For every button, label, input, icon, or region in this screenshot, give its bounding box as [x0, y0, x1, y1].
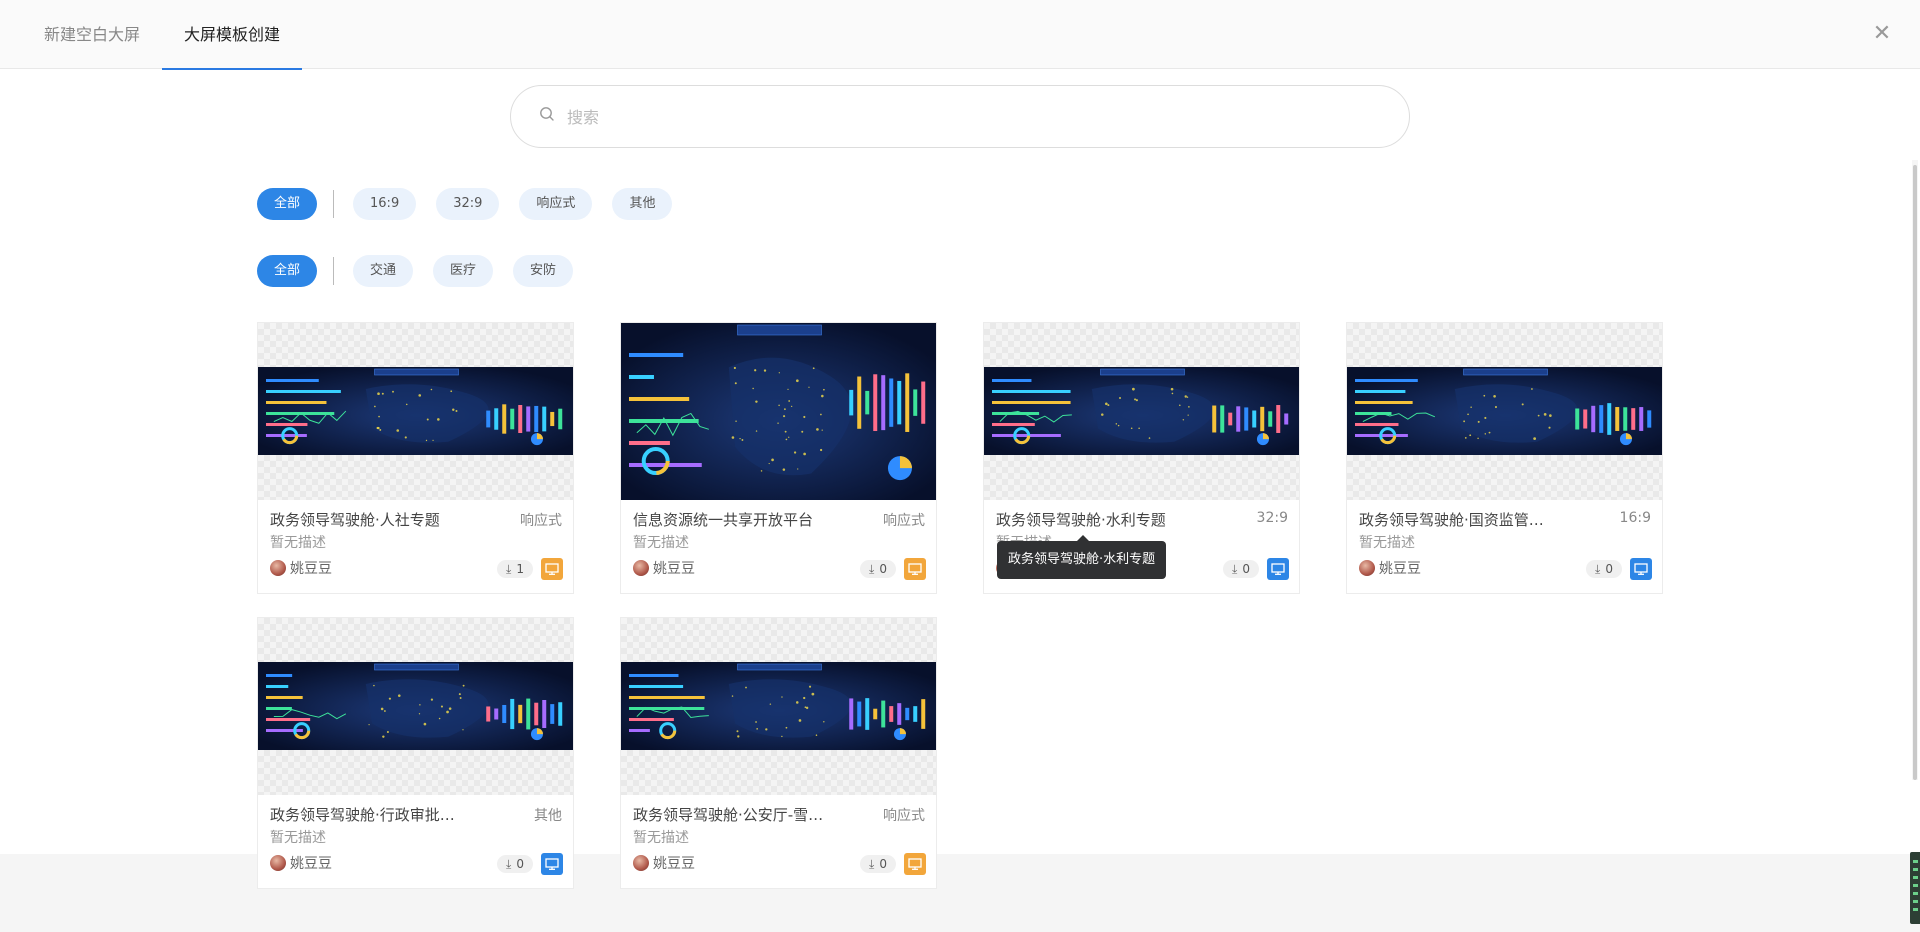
close-icon[interactable]: ✕ — [1866, 18, 1898, 50]
card-ratio-tag: 响应式 — [883, 808, 925, 824]
dashboard-preview-image — [258, 367, 573, 455]
author-name: 姚豆豆 — [653, 561, 695, 577]
download-count-badge[interactable]: ⤓ 0 — [860, 560, 896, 578]
card-ratio-tag: 响应式 — [883, 513, 925, 529]
download-count-badge[interactable]: ⤓ 0 — [860, 855, 896, 873]
card-title-tooltip: 政务领导驾驶舱·水利专题 — [997, 535, 1167, 579]
monitor-icon[interactable] — [1630, 558, 1652, 580]
card-author: 姚豆豆 — [633, 558, 695, 578]
template-thumbnail[interactable] — [258, 618, 573, 795]
card-ratio-tag: 响应式 — [520, 513, 562, 529]
category-filter-group: 全部 交通 医疗 安防 — [257, 254, 593, 288]
search-box — [510, 85, 1410, 148]
card-description: 暂无描述 — [270, 830, 326, 846]
download-icon: ⤓ — [869, 561, 875, 576]
template-thumbnail[interactable] — [984, 323, 1299, 500]
download-icon: ⤓ — [506, 561, 512, 576]
card-title[interactable]: 政务领导驾驶舱·水利专题 — [996, 509, 1226, 530]
monitor-icon[interactable] — [1267, 558, 1289, 580]
filter-category-medical[interactable]: 医疗 — [433, 255, 494, 287]
avatar — [633, 855, 649, 871]
card-description: 暂无描述 — [1359, 535, 1415, 551]
corner-widget[interactable] — [1910, 852, 1920, 924]
card-description: 暂无描述 — [270, 535, 326, 551]
screen-icon[interactable] — [904, 558, 926, 580]
avatar — [270, 855, 286, 871]
card-title[interactable]: 政务领导驾驶舱·人社专题 — [270, 509, 500, 530]
download-count-badge[interactable]: ⤓ 0 — [1223, 560, 1259, 578]
card-ratio-tag: 16:9 — [1619, 510, 1651, 526]
scrollbar-thumb[interactable] — [1913, 165, 1917, 780]
card-title[interactable]: 政务领导驾驶舱·国资监管… — [1359, 509, 1589, 530]
search-icon — [540, 107, 554, 121]
card-ratio-tag: 32:9 — [1256, 510, 1288, 526]
template-thumbnail[interactable] — [258, 323, 573, 500]
card-author: 姚豆豆 — [270, 853, 332, 873]
author-name: 姚豆豆 — [290, 561, 332, 577]
template-thumbnail[interactable] — [621, 323, 936, 500]
template-thumbnail[interactable] — [621, 618, 936, 795]
dashboard-preview-image — [258, 662, 573, 750]
filter-category-security[interactable]: 安防 — [513, 255, 574, 287]
card-description: 暂无描述 — [633, 535, 689, 551]
download-count-badge[interactable]: ⤓ 0 — [1586, 560, 1622, 578]
card-ratio-tag: 其他 — [534, 808, 562, 824]
download-count: 0 — [1242, 562, 1250, 576]
template-card[interactable]: 政务领导驾驶舱·国资监管… 16:9 暂无描述 姚豆豆 ⤓ 0 — [1346, 322, 1663, 594]
avatar — [270, 560, 286, 576]
download-count: 1 — [516, 562, 524, 576]
author-name: 姚豆豆 — [1379, 561, 1421, 577]
card-author: 姚豆豆 — [633, 853, 695, 873]
tab-bar: 新建空白大屏 大屏模板创建 ✕ — [0, 0, 1920, 70]
filter-ratio-responsive[interactable]: 响应式 — [519, 188, 593, 220]
card-title[interactable]: 政务领导驾驶舱·公安厅-雪… — [633, 804, 863, 825]
card-description: 暂无描述 — [633, 830, 689, 846]
download-count: 0 — [879, 857, 887, 871]
screen-icon[interactable] — [904, 853, 926, 875]
template-card[interactable]: 政务领导驾驶舱·人社专题 响应式 暂无描述 姚豆豆 ⤓ 1 — [257, 322, 574, 594]
avatar — [1359, 560, 1375, 576]
card-title[interactable]: 信息资源统一共享开放平台 — [633, 509, 863, 530]
download-count: 0 — [516, 857, 524, 871]
tab-template-create[interactable]: 大屏模板创建 — [162, 0, 302, 70]
download-count: 0 — [1605, 562, 1613, 576]
template-card[interactable]: 政务领导驾驶舱·公安厅-雪… 响应式 暂无描述 姚豆豆 ⤓ 0 — [620, 617, 937, 889]
dashboard-preview-image — [1347, 367, 1662, 455]
author-name: 姚豆豆 — [290, 856, 332, 872]
screen-icon[interactable] — [541, 558, 563, 580]
filter-divider — [333, 190, 335, 218]
author-name: 姚豆豆 — [653, 856, 695, 872]
filter-category-traffic[interactable]: 交通 — [353, 255, 414, 287]
dashboard-preview-image — [984, 367, 1299, 455]
download-icon: ⤓ — [1232, 561, 1238, 576]
card-title[interactable]: 政务领导驾驶舱·行政审批… — [270, 804, 500, 825]
download-count: 0 — [879, 562, 887, 576]
search-input[interactable] — [567, 98, 1367, 136]
tab-new-blank-screen[interactable]: 新建空白大屏 — [44, 0, 140, 69]
filter-ratio-32-9[interactable]: 32:9 — [436, 188, 500, 220]
filter-ratio-all[interactable]: 全部 — [257, 188, 318, 220]
template-thumbnail[interactable] — [1347, 323, 1662, 500]
download-icon: ⤓ — [506, 856, 512, 871]
dashboard-preview-image — [621, 323, 936, 500]
filter-ratio-other[interactable]: 其他 — [612, 188, 673, 220]
download-icon: ⤓ — [1595, 561, 1601, 576]
download-icon: ⤓ — [869, 856, 875, 871]
card-author: 姚豆豆 — [270, 558, 332, 578]
ratio-filter-group: 全部 16:9 32:9 响应式 其他 — [257, 187, 692, 221]
template-card[interactable]: 政务领导驾驶舱·行政审批… 其他 暂无描述 姚豆豆 ⤓ 0 — [257, 617, 574, 889]
monitor-icon[interactable] — [541, 853, 563, 875]
filter-ratio-16-9[interactable]: 16:9 — [353, 188, 417, 220]
card-author: 姚豆豆 — [1359, 558, 1421, 578]
template-card[interactable]: 信息资源统一共享开放平台 响应式 暂无描述 姚豆豆 ⤓ 0 — [620, 322, 937, 594]
avatar — [633, 560, 649, 576]
download-count-badge[interactable]: ⤓ 0 — [497, 855, 533, 873]
download-count-badge[interactable]: ⤓ 1 — [497, 560, 533, 578]
dashboard-preview-image — [621, 662, 936, 750]
template-modal: 新建空白大屏 大屏模板创建 ✕ 全部 16:9 32:9 响应式 其他 全部 交… — [0, 0, 1920, 889]
filter-divider — [333, 257, 335, 285]
filter-category-all[interactable]: 全部 — [257, 255, 318, 287]
